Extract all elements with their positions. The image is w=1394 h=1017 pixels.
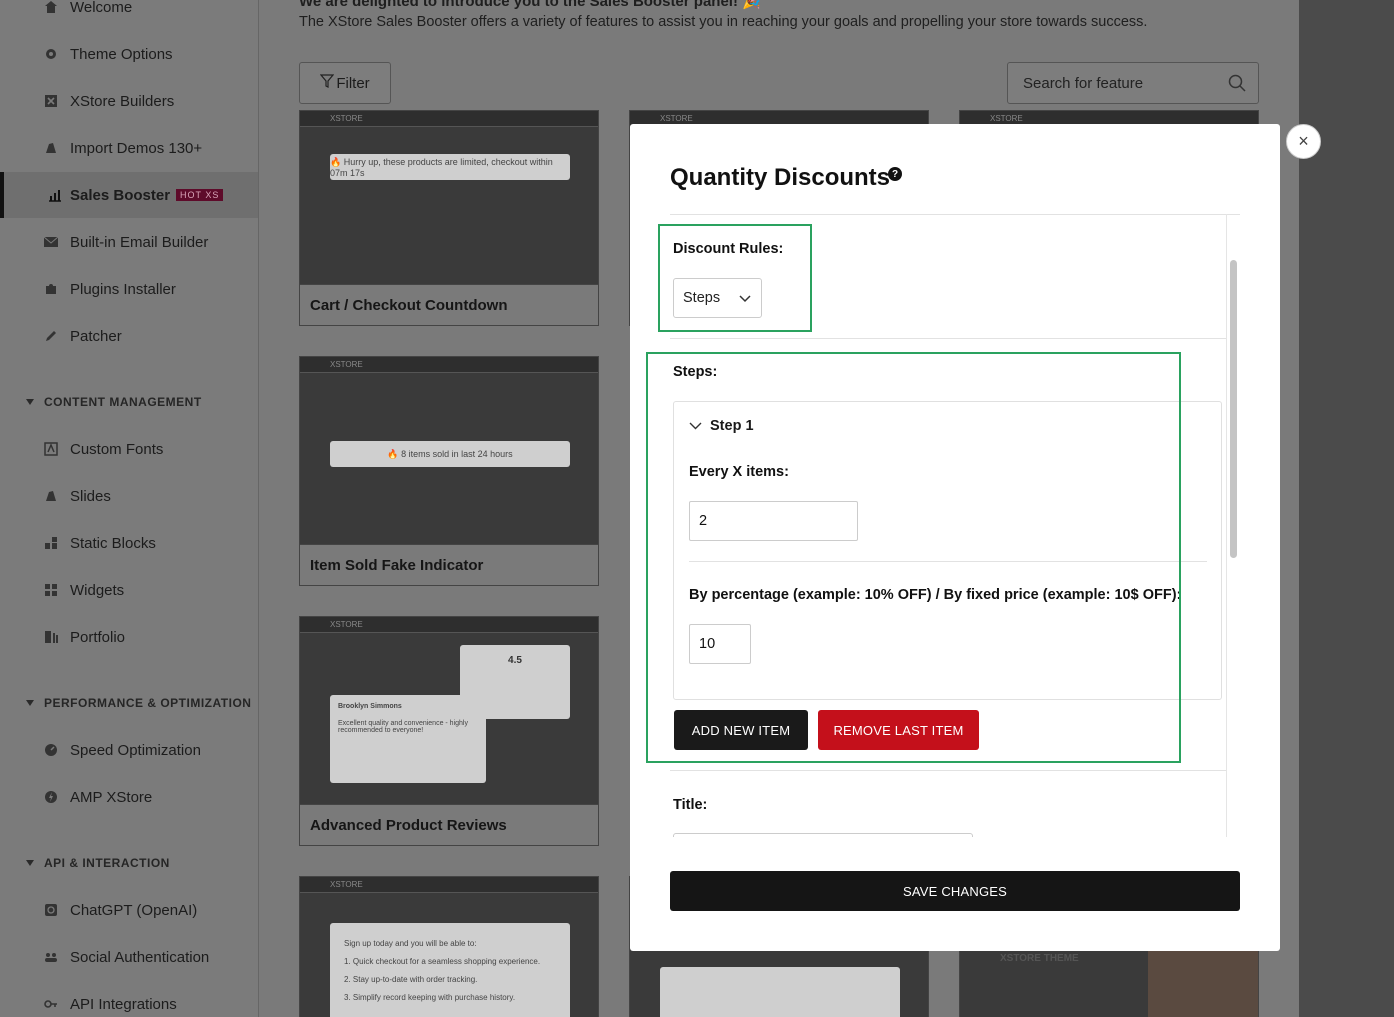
portfolio-icon	[43, 629, 59, 645]
section-api-interaction[interactable]: API & INTERACTION	[0, 851, 258, 875]
font-icon	[43, 441, 59, 457]
home-icon	[43, 0, 59, 15]
card-preview: XSTORE Sign up today and you will be abl…	[300, 877, 598, 1017]
highlight-discount-rules	[658, 224, 812, 332]
title-input[interactable]	[673, 833, 973, 837]
admin-sidebar: Welcome Theme Options XStore Builders Im…	[0, 0, 259, 1017]
sidebar-item-plugins-installer[interactable]: Plugins Installer	[0, 266, 258, 312]
sidebar-item-slides[interactable]: Slides	[0, 473, 258, 519]
title-label: Title:	[673, 797, 708, 813]
sidebar-item-welcome[interactable]: Welcome	[0, 0, 258, 30]
sidebar-item-sales-booster[interactable]: Sales Booster HOT XS	[0, 172, 258, 218]
help-icon[interactable]: ?	[888, 167, 902, 181]
filter-icon	[320, 74, 335, 92]
preview-topbar: XSTORE	[300, 877, 598, 893]
section-content-management[interactable]: CONTENT MANAGEMENT	[0, 390, 258, 414]
sidebar-item-portfolio[interactable]: Portfolio	[0, 614, 258, 660]
card-title: Item Sold Fake Indicator	[310, 556, 484, 574]
modal-title: Quantity Discounts	[670, 164, 891, 191]
card-preview: XSTORE 🔥 Hurry up, these products are li…	[300, 111, 598, 284]
gear-icon	[43, 46, 59, 62]
feature-card-countdown[interactable]: XSTORE 🔥 Hurry up, these products are li…	[299, 110, 599, 326]
caret-down-icon	[26, 860, 34, 866]
close-icon[interactable]: ×	[1286, 124, 1321, 159]
modal-scrollbar[interactable]	[1226, 214, 1240, 837]
caret-down-icon	[26, 399, 34, 405]
sidebar-item-api-integrations[interactable]: API Integrations	[0, 981, 258, 1017]
preview-topbar: XSTORE	[300, 111, 598, 127]
chart-icon	[47, 187, 63, 203]
sidebar-item-widgets[interactable]: Widgets	[0, 567, 258, 613]
blocks-icon	[43, 535, 59, 551]
brush-icon	[43, 488, 59, 504]
card-preview: XSTORE 4.5 Brooklyn Simmons Excellent qu…	[300, 617, 598, 804]
section-performance[interactable]: PERFORMANCE & OPTIMIZATION	[0, 691, 258, 715]
preview-topbar: XSTORE	[300, 617, 598, 633]
intro-heading: We are delighted to introduce you to the…	[299, 0, 761, 10]
save-changes-button[interactable]: SAVE CHANGES	[670, 871, 1240, 911]
key-icon	[43, 996, 59, 1012]
card-preview: XSTORE 🔥 8 items sold in last 24 hours	[300, 357, 598, 544]
gauge-icon	[43, 742, 59, 758]
sidebar-item-patcher[interactable]: Patcher	[0, 313, 258, 359]
sidebar-item-email-builder[interactable]: Built-in Email Builder	[0, 219, 258, 265]
sidebar-item-custom-fonts[interactable]: Custom Fonts	[0, 426, 258, 472]
x-box-icon	[43, 93, 59, 109]
card-title: Advanced Product Reviews	[310, 816, 507, 834]
sidebar-item-static-blocks[interactable]: Static Blocks	[0, 520, 258, 566]
puzzle-icon	[43, 281, 59, 297]
sidebar-item-social-auth[interactable]: Social Authentication	[0, 934, 258, 980]
sidebar-item-amp-xstore[interactable]: AMP XStore	[0, 774, 258, 820]
hot-badge: HOT XS	[176, 189, 224, 201]
feature-card-signup[interactable]: XSTORE Sign up today and you will be abl…	[299, 876, 599, 1017]
pencil-icon	[43, 328, 59, 344]
widgets-icon	[43, 582, 59, 598]
users-icon	[43, 949, 59, 965]
sidebar-item-chatgpt[interactable]: ChatGPT (OpenAI)	[0, 887, 258, 933]
intro-text: The XStore Sales Booster offers a variet…	[299, 14, 1148, 30]
card-title: Cart / Checkout Countdown	[310, 296, 508, 314]
chatgpt-icon	[43, 902, 59, 918]
feature-card-item-sold[interactable]: XSTORE 🔥 8 items sold in last 24 hours I…	[299, 356, 599, 586]
sidebar-item-speed-optimization[interactable]: Speed Optimization	[0, 727, 258, 773]
caret-down-icon	[26, 700, 34, 706]
brush-icon	[43, 140, 59, 156]
filter-button[interactable]: Filter	[299, 62, 391, 104]
preview-topbar: XSTORE	[300, 357, 598, 373]
highlight-steps	[646, 352, 1181, 763]
search-icon	[1228, 74, 1246, 96]
sidebar-item-import-demos[interactable]: Import Demos 130+	[0, 125, 258, 171]
search-input[interactable]: Search for feature	[1007, 62, 1259, 104]
mail-icon	[43, 234, 59, 250]
sidebar-item-theme-options[interactable]: Theme Options	[0, 31, 258, 77]
feature-card-product-reviews[interactable]: XSTORE 4.5 Brooklyn Simmons Excellent qu…	[299, 616, 599, 846]
sidebar-item-xstore-builders[interactable]: XStore Builders	[0, 78, 258, 124]
bolt-icon	[43, 789, 59, 805]
